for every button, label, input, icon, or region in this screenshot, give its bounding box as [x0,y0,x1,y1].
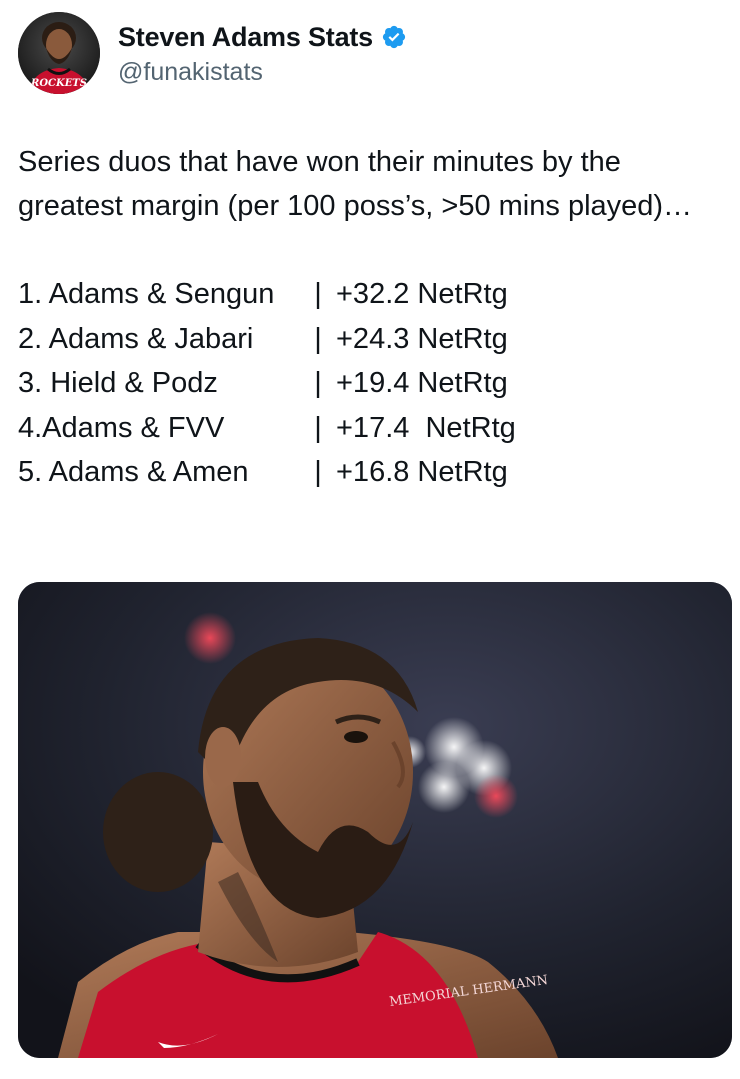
tweet-intro: Series duos that have won their minutes … [18,146,693,222]
duo-name: 5. Adams & Amen [18,456,249,489]
separator: | [314,322,322,355]
list-item: 1. Adams & Sengun | +32.2 NetRtg [18,272,718,317]
display-name[interactable]: Steven Adams Stats [118,20,373,54]
separator: | [314,367,322,400]
duo-name: 3. Hield & Podz [18,367,218,400]
net-rating: +19.4 NetRtg [336,367,508,400]
net-rating: +32.2 NetRtg [336,278,508,311]
user-handle[interactable]: @funakistats [118,56,407,88]
list-item: 5. Adams & Amen | +16.8 NetRtg [18,450,718,495]
player-photo: MEMORIAL HERMANN [18,582,732,1058]
duo-name: 4.Adams & FVV [18,411,225,444]
tweet-photo[interactable]: MEMORIAL HERMANN [18,582,732,1058]
net-rating: +17.4 NetRtg [336,411,516,444]
bokeh-light [184,612,236,664]
duo-name: 2. Adams & Jabari [18,322,254,355]
avatar[interactable]: ROCKETS [18,12,100,94]
duo-list: 1. Adams & Sengun | +32.2 NetRtg 2. Adam… [18,272,718,495]
duo-name: 1. Adams & Sengun [18,278,275,311]
avatar-image: ROCKETS [18,12,100,94]
bokeh-light [474,774,518,818]
tweet-body: Series duos that have won their minutes … [18,140,718,495]
tweet-header: ROCKETS Steven Adams Stats @funakistats [18,12,718,96]
separator: | [314,456,322,489]
list-item: 2. Adams & Jabari | +24.3 NetRtg [18,317,718,362]
separator: | [314,411,322,444]
bokeh-light [418,761,470,813]
net-rating: +16.8 NetRtg [336,456,508,489]
list-item: 4.Adams & FVV | +17.4 NetRtg [18,406,718,451]
net-rating: +24.3 NetRtg [336,322,508,355]
list-item: 3. Hield & Podz | +19.4 NetRtg [18,361,718,406]
verified-badge-icon[interactable] [381,24,407,50]
avatar-team-text: ROCKETS [30,78,87,89]
separator: | [314,278,322,311]
